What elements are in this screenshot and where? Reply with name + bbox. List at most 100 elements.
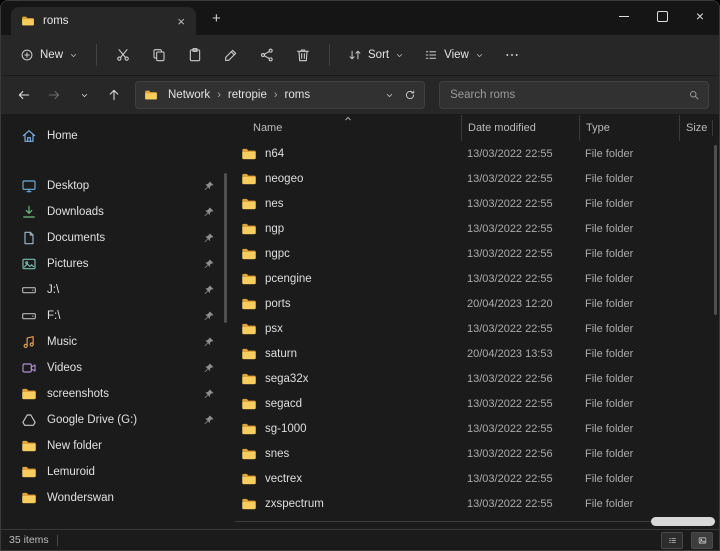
sidebar-item-drive-f[interactable]: F:\ bbox=[7, 303, 223, 329]
minimize-button[interactable] bbox=[605, 1, 643, 31]
new-button[interactable]: New bbox=[11, 40, 87, 70]
file-row[interactable]: vectrex 13/03/2022 22:55 File folder bbox=[237, 466, 719, 491]
horizontal-scrollbar-track[interactable] bbox=[235, 521, 713, 522]
file-name: saturn bbox=[265, 348, 297, 360]
content-area: Home Desktop Downloads Documents Picture… bbox=[1, 115, 719, 529]
new-tab-button[interactable]: + bbox=[206, 9, 227, 28]
folder-icon bbox=[21, 386, 37, 402]
pin-icon bbox=[203, 180, 215, 192]
file-row[interactable]: ngpc 13/03/2022 22:55 File folder bbox=[237, 241, 719, 266]
sidebar-item-label: F:\ bbox=[47, 310, 193, 322]
file-row[interactable]: n64 13/03/2022 22:55 File folder bbox=[237, 141, 719, 166]
file-row[interactable]: segacd 13/03/2022 22:55 File folder bbox=[237, 391, 719, 416]
sidebar-scrollbar-thumb[interactable] bbox=[224, 173, 227, 323]
file-row[interactable]: sg-1000 13/03/2022 22:55 File folder bbox=[237, 416, 719, 441]
drive-icon bbox=[21, 308, 37, 324]
close-button[interactable]: × bbox=[681, 1, 719, 31]
file-row[interactable]: saturn 20/04/2023 13:53 File folder bbox=[237, 341, 719, 366]
file-row[interactable]: ngp 13/03/2022 22:55 File folder bbox=[237, 216, 719, 241]
folder-icon bbox=[241, 171, 257, 187]
column-header-date-modified[interactable]: Date modified bbox=[461, 115, 579, 141]
address-bar[interactable]: Network › retropie › roms bbox=[135, 81, 425, 109]
sidebar-item-label: Lemuroid bbox=[47, 466, 215, 478]
titlebar: roms × + × bbox=[1, 1, 719, 35]
delete-button[interactable] bbox=[286, 40, 320, 70]
sidebar-item-documents[interactable]: Documents bbox=[7, 225, 223, 251]
file-name: zxspectrum bbox=[265, 498, 324, 510]
thumbnails-view-icon bbox=[698, 536, 707, 545]
vertical-scrollbar-thumb[interactable] bbox=[714, 145, 717, 315]
share-icon bbox=[259, 47, 275, 63]
up-button[interactable] bbox=[101, 82, 127, 108]
sidebar-item-screenshots[interactable]: screenshots bbox=[7, 381, 223, 407]
more-options-button[interactable] bbox=[495, 40, 529, 70]
file-row[interactable]: neogeo 13/03/2022 22:55 File folder bbox=[237, 166, 719, 191]
picture-icon bbox=[21, 256, 37, 272]
tab-roms[interactable]: roms × bbox=[11, 7, 196, 35]
file-type: File folder bbox=[579, 248, 679, 260]
breadcrumb-roms[interactable]: roms bbox=[282, 87, 314, 103]
copy-button[interactable] bbox=[142, 40, 176, 70]
view-icon bbox=[424, 48, 438, 62]
status-bar: 35 items bbox=[1, 529, 719, 550]
file-row[interactable]: psx 13/03/2022 22:55 File folder bbox=[237, 316, 719, 341]
sidebar-item-desktop[interactable]: Desktop bbox=[7, 173, 223, 199]
recent-locations-button[interactable] bbox=[71, 82, 97, 108]
drive-icon bbox=[21, 282, 37, 298]
column-header-type[interactable]: Type bbox=[579, 115, 679, 141]
sidebar-item-new-folder[interactable]: New folder bbox=[7, 433, 223, 459]
file-row[interactable]: zxspectrum 13/03/2022 22:55 File folder bbox=[237, 491, 719, 516]
sidebar-item-home[interactable]: Home bbox=[7, 123, 223, 149]
breadcrumb-network[interactable]: Network bbox=[165, 87, 213, 103]
pin-icon bbox=[203, 206, 215, 218]
search-input[interactable] bbox=[448, 88, 682, 102]
sort-icon bbox=[348, 48, 362, 62]
file-row[interactable]: sega32x 13/03/2022 22:56 File folder bbox=[237, 366, 719, 391]
file-row[interactable]: snes 13/03/2022 22:56 File folder bbox=[237, 441, 719, 466]
pin-icon bbox=[203, 310, 215, 322]
maximize-button[interactable] bbox=[643, 1, 681, 31]
address-dropdown-button[interactable] bbox=[385, 91, 394, 100]
breadcrumb-retropie[interactable]: retropie bbox=[225, 87, 270, 103]
pin-icon bbox=[203, 336, 215, 348]
tab-close-icon[interactable]: × bbox=[172, 14, 190, 29]
column-header-size[interactable]: Size bbox=[679, 115, 719, 141]
rename-button[interactable] bbox=[214, 40, 248, 70]
sort-button[interactable]: Sort bbox=[339, 40, 413, 70]
sidebar-item-videos[interactable]: Videos bbox=[7, 355, 223, 381]
forward-button[interactable] bbox=[41, 82, 67, 108]
sidebar-item-drive-j[interactable]: J:\ bbox=[7, 277, 223, 303]
sidebar-item-downloads[interactable]: Downloads bbox=[7, 199, 223, 225]
cut-button[interactable] bbox=[106, 40, 140, 70]
file-row[interactable]: ports 20/04/2023 12:20 File folder bbox=[237, 291, 719, 316]
file-row[interactable]: pcengine 13/03/2022 22:55 File folder bbox=[237, 266, 719, 291]
sidebar-item-pictures[interactable]: Pictures bbox=[7, 251, 223, 277]
sidebar-item-google-drive[interactable]: Google Drive (G:) bbox=[7, 407, 223, 433]
search-box[interactable] bbox=[439, 81, 709, 109]
sort-button-label: Sort bbox=[368, 49, 389, 61]
chevron-down-icon bbox=[80, 91, 89, 100]
folder-icon bbox=[21, 14, 35, 28]
paste-button[interactable] bbox=[178, 40, 212, 70]
horizontal-scrollbar-thumb[interactable] bbox=[651, 517, 715, 526]
thumbnails-view-button[interactable] bbox=[691, 532, 713, 549]
file-type: File folder bbox=[579, 273, 679, 285]
file-date: 13/03/2022 22:55 bbox=[461, 398, 579, 410]
view-button[interactable]: View bbox=[415, 40, 493, 70]
refresh-button[interactable] bbox=[404, 89, 416, 101]
sidebar-item-music[interactable]: Music bbox=[7, 329, 223, 355]
file-name: nes bbox=[265, 198, 284, 210]
file-row[interactable]: nes 13/03/2022 22:55 File folder bbox=[237, 191, 719, 216]
file-date: 13/03/2022 22:55 bbox=[461, 423, 579, 435]
download-icon bbox=[21, 204, 37, 220]
details-view-icon bbox=[668, 536, 677, 545]
back-button[interactable] bbox=[11, 82, 37, 108]
details-view-button[interactable] bbox=[661, 532, 683, 549]
sidebar-item-wonderswan[interactable]: Wonderswan bbox=[7, 485, 223, 511]
chevron-down-icon bbox=[395, 51, 404, 60]
video-icon bbox=[21, 360, 37, 376]
share-button[interactable] bbox=[250, 40, 284, 70]
file-name: neogeo bbox=[265, 173, 303, 185]
address-toolbar: Network › retropie › roms bbox=[1, 76, 719, 115]
sidebar-item-lemuroid[interactable]: Lemuroid bbox=[7, 459, 223, 485]
